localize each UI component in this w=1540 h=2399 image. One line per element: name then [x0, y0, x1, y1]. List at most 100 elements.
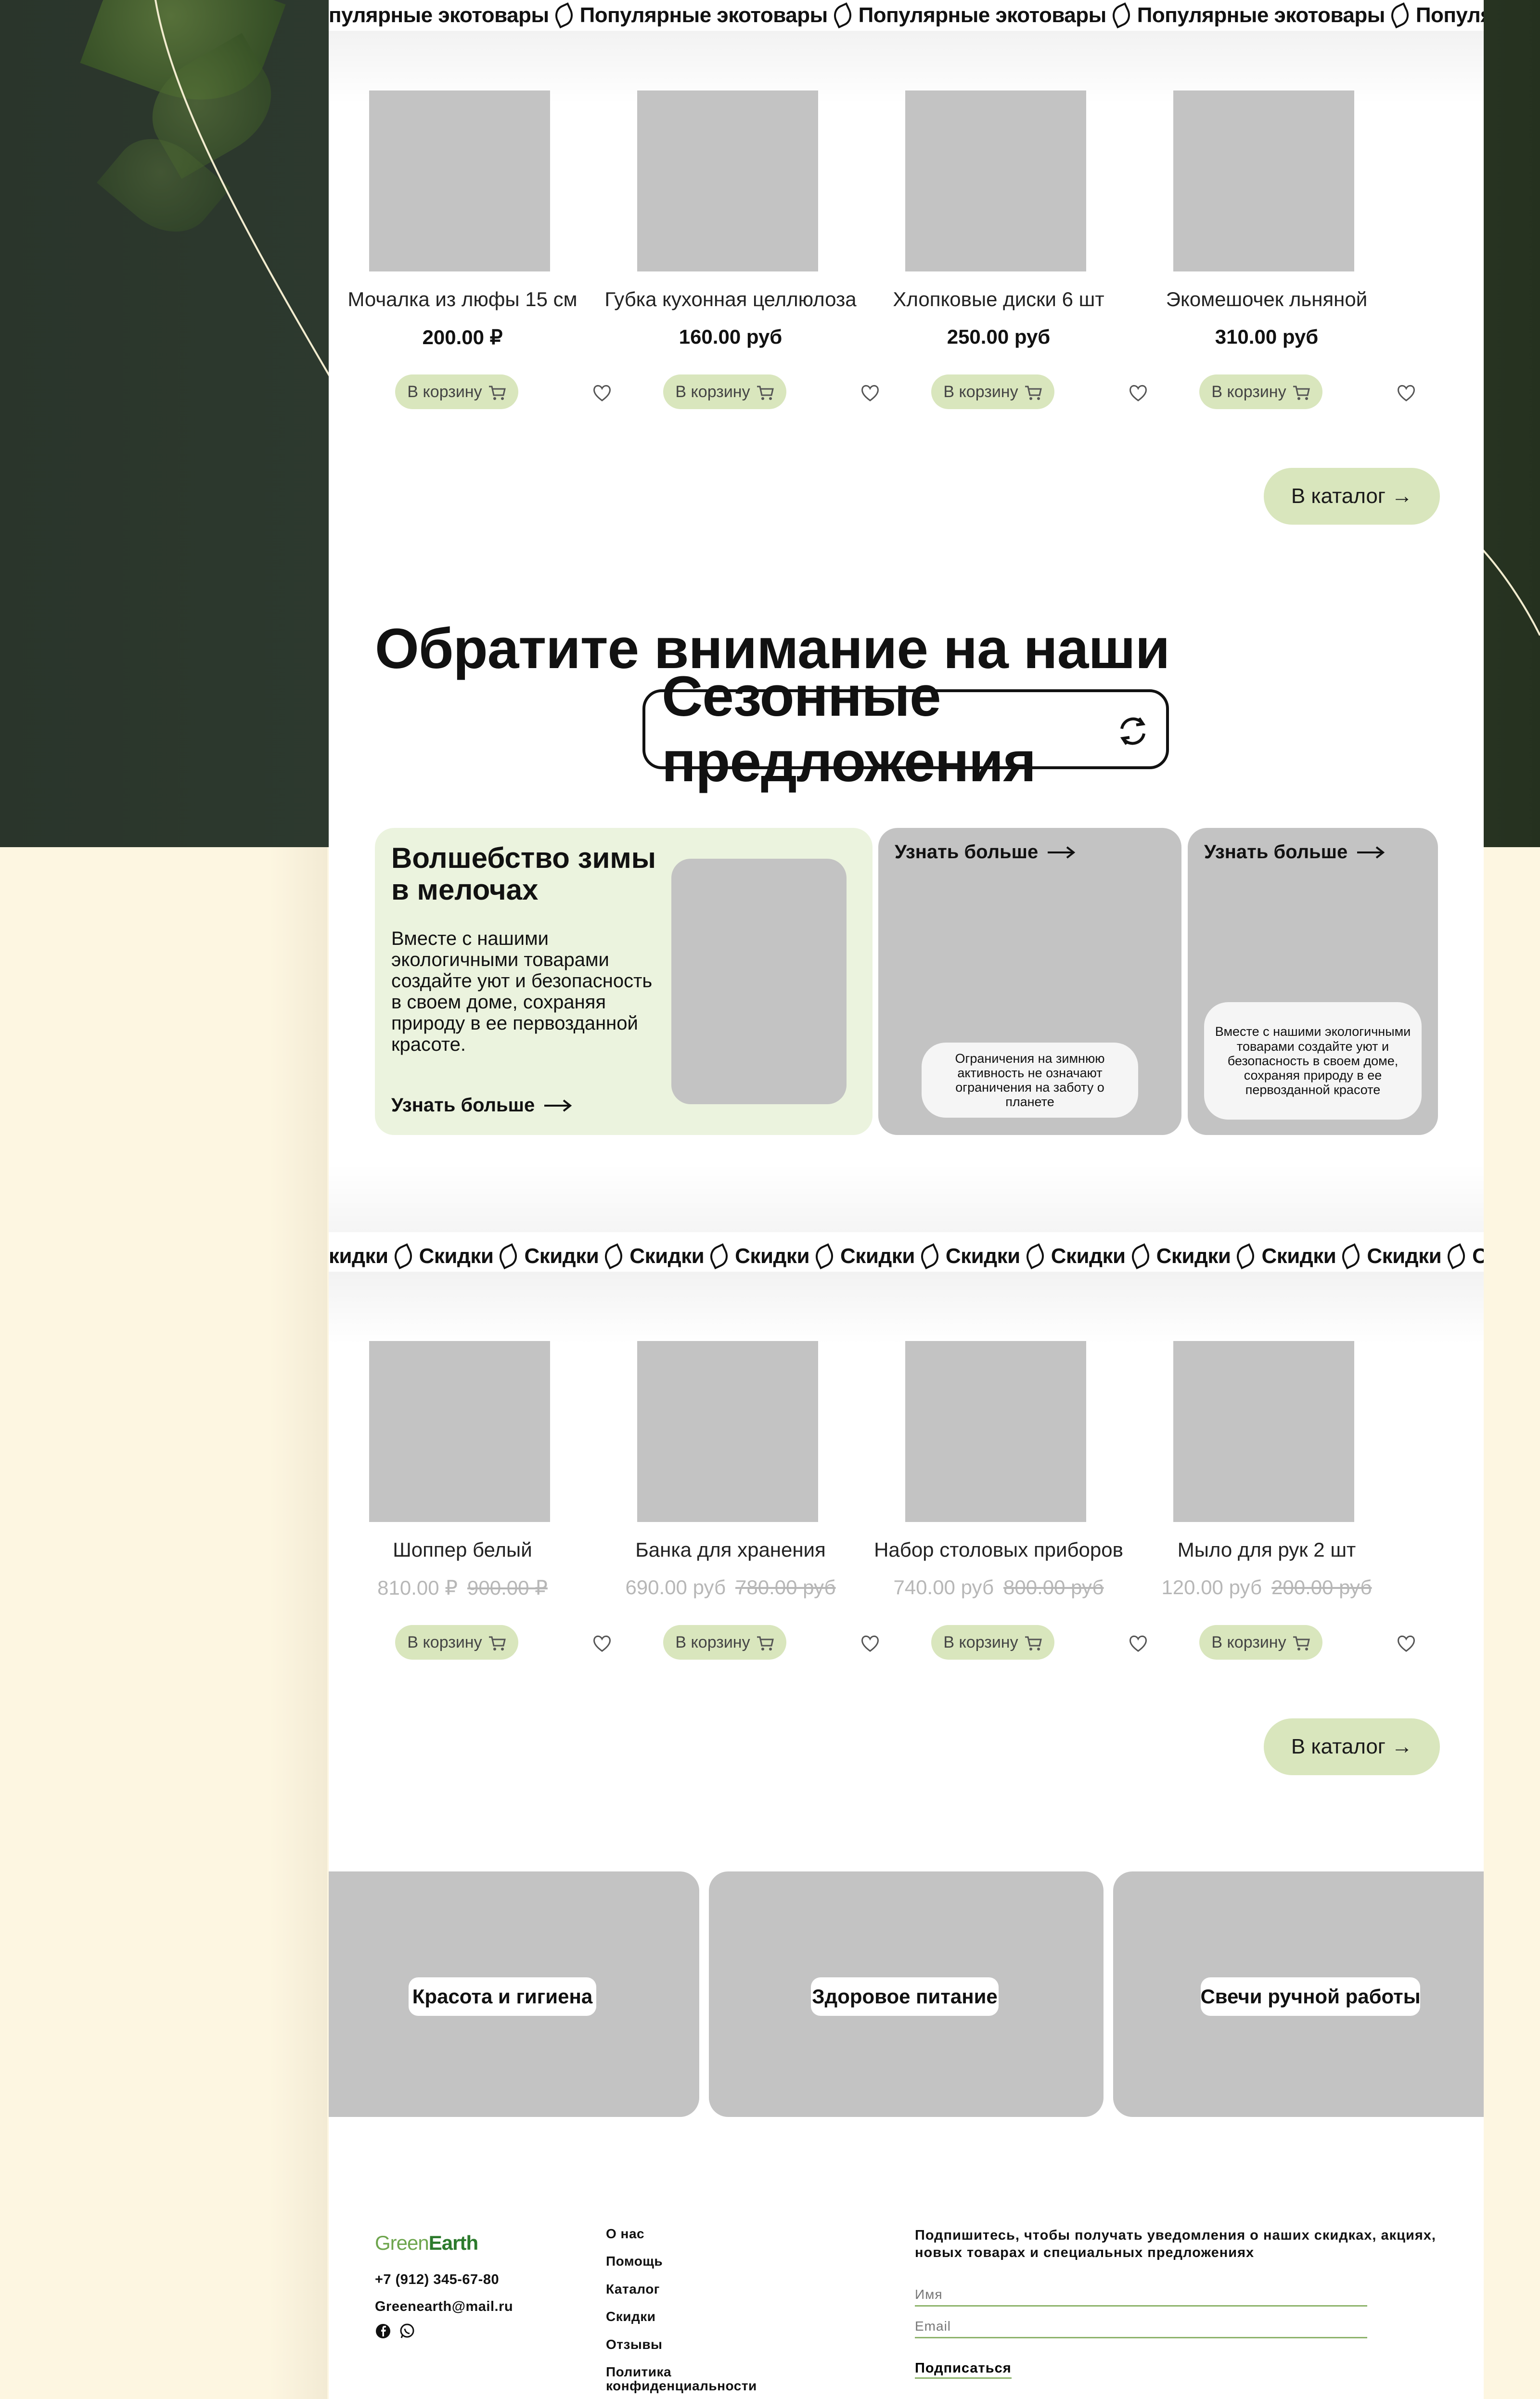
footer-phone[interactable]: +7 (912) 345-67-80 — [375, 2272, 499, 2288]
heart-icon[interactable] — [1128, 1633, 1149, 1654]
heart-icon[interactable] — [591, 382, 613, 403]
product-image[interactable] — [637, 90, 818, 271]
footer-link-reviews[interactable]: Отзывы — [606, 2337, 789, 2351]
product-name[interactable]: Мыло для рук 2 шт — [1133, 1538, 1400, 1561]
ticker-item: Скидки — [840, 1243, 942, 1270]
catalog-button[interactable]: В каталог → — [1264, 1718, 1440, 1775]
footer-link-privacy[interactable]: Политика конфиденциальности — [606, 2365, 789, 2393]
ticker-item: Скидки — [1367, 1243, 1469, 1270]
leaf-icon — [830, 2, 855, 29]
leaf-icon — [811, 1243, 837, 1270]
heart-icon[interactable] — [591, 1633, 613, 1654]
product-name[interactable]: Шоппер белый — [329, 1538, 596, 1561]
category-card[interactable]: Красота и гигиена — [329, 1871, 699, 2117]
leaf-icon — [1128, 1243, 1153, 1270]
ticker-item: Скидки — [1472, 1244, 1484, 1268]
arrow-right-icon — [1357, 846, 1385, 859]
catalog-button[interactable]: В каталог → — [1264, 468, 1440, 525]
category-label[interactable]: Красота и гигиена — [409, 1977, 596, 2016]
product-image[interactable] — [1173, 1341, 1354, 1522]
heart-icon[interactable] — [860, 382, 881, 403]
season-card[interactable]: Узнать больше Вместе с нашими экологичны… — [1188, 828, 1438, 1135]
leaf-icon — [551, 2, 577, 29]
subscribe-button[interactable]: Подписаться — [915, 2360, 1012, 2379]
heart-icon[interactable] — [1128, 382, 1149, 403]
learn-more-link[interactable]: Узнать больше — [895, 841, 1076, 863]
refresh-icon — [1120, 717, 1146, 745]
category-card[interactable]: Здоровое питание — [709, 1871, 1104, 2117]
product-price: 310.00 руб — [1215, 325, 1319, 348]
cart-button-label: В корзину — [407, 382, 482, 401]
product-name[interactable]: Банка для хранения — [597, 1538, 864, 1561]
section-fade — [329, 1165, 1484, 1232]
popular-ticker: пулярные экотовары Популярные экотовары … — [329, 0, 1484, 31]
ticker-item: Популярные экотовары — [580, 2, 855, 29]
season-card[interactable]: Узнать больше Ограничения на зимнюю акти… — [878, 828, 1181, 1135]
product-price: 200.00 ₽ — [422, 326, 503, 348]
season-main-card[interactable]: Волшебство зимы в мелочах Вместе с нашим… — [375, 828, 873, 1135]
category-label[interactable]: Свечи ручной работы — [1200, 1977, 1421, 2016]
leaf-icon — [1233, 1243, 1258, 1270]
add-to-cart-button[interactable]: В корзину — [1199, 374, 1322, 409]
product-image[interactable] — [905, 1341, 1086, 1522]
name-field[interactable] — [915, 2283, 1367, 2307]
old-price: 800.00 руб — [1003, 1576, 1104, 1599]
season-pill-label: Сезонные предложения — [662, 665, 1036, 794]
whatsapp-icon[interactable] — [399, 2323, 415, 2339]
product-image[interactable] — [637, 1341, 818, 1522]
ticker-item: Популярные экотовары — [1137, 2, 1412, 29]
add-to-cart-button[interactable]: В корзину — [663, 374, 786, 409]
category-card[interactable]: Свечи ручной работы — [1113, 1871, 1484, 2117]
season-pill: Сезонные предложения — [642, 665, 1169, 794]
logo[interactable]: GreenEarth — [375, 2231, 478, 2255]
cart-button-label: В корзину — [675, 1633, 750, 1651]
heart-icon[interactable] — [860, 1633, 881, 1654]
sale-price: 120.00 руб — [1161, 1576, 1262, 1599]
product-name[interactable]: Экомешочек льняной — [1133, 288, 1400, 311]
learn-more-label: Узнать больше — [1204, 841, 1348, 863]
product-name[interactable]: Губка кухонная целлюлоза — [597, 288, 864, 311]
facebook-icon[interactable] — [375, 2323, 391, 2339]
product-image[interactable] — [369, 90, 550, 271]
product-image[interactable] — [1173, 90, 1354, 271]
ticker-item: Популярные экотовары — [1415, 3, 1484, 27]
cart-button-label: В корзину — [1211, 382, 1286, 401]
product-price: 690.00 руб 780.00 руб — [597, 1576, 864, 1599]
leaf-icon — [1108, 2, 1134, 29]
add-to-cart-button[interactable]: В корзину — [931, 1625, 1054, 1660]
ticker-item: Скидки — [1051, 1243, 1153, 1270]
product-price: 810.00 ₽ 900.00 ₽ — [329, 1576, 596, 1599]
footer-link-catalog[interactable]: Каталог — [606, 2282, 789, 2296]
footer-link-discounts[interactable]: Скидки — [606, 2309, 789, 2324]
add-to-cart-button[interactable]: В корзину — [395, 374, 518, 409]
cart-icon — [488, 385, 506, 400]
footer-link-help[interactable]: Помощь — [606, 2254, 789, 2269]
add-to-cart-button[interactable]: В корзину — [395, 1625, 518, 1660]
cart-icon — [1024, 1635, 1042, 1651]
heart-icon[interactable] — [1396, 382, 1417, 403]
learn-more-link[interactable]: Узнать больше — [391, 1095, 572, 1116]
arrow-right-icon — [544, 1099, 572, 1112]
product-name[interactable]: Набор столовых приборов — [865, 1538, 1132, 1561]
product-price: 740.00 руб 800.00 руб — [865, 1576, 1132, 1599]
leaf-icon — [390, 1243, 416, 1270]
cart-icon — [756, 1635, 774, 1651]
heart-icon[interactable] — [1396, 1633, 1417, 1654]
learn-more-link[interactable]: Узнать больше — [1204, 841, 1385, 863]
email-field[interactable] — [915, 2315, 1367, 2338]
leaf-icon — [601, 1243, 627, 1270]
add-to-cart-button[interactable]: В корзину — [1199, 1625, 1322, 1660]
season-card-description: Вместе с нашими экологичными товарами со… — [391, 928, 653, 1055]
product-image[interactable] — [905, 90, 1086, 271]
product-name[interactable]: Хлопковые диски 6 шт — [865, 288, 1132, 311]
add-to-cart-button[interactable]: В корзину — [663, 1625, 786, 1660]
footer-email[interactable]: Greenearth@mail.ru — [375, 2299, 513, 2315]
product-image[interactable] — [369, 1341, 550, 1522]
category-label[interactable]: Здоровое питание — [811, 1977, 999, 2016]
product-name[interactable]: Мочалка из люфы 15 см — [329, 288, 596, 311]
learn-more-label: Узнать больше — [895, 841, 1039, 863]
page-shadow — [270, 847, 327, 2399]
footer-link-about[interactable]: О нас — [606, 2227, 789, 2241]
add-to-cart-button[interactable]: В корзину — [931, 374, 1054, 409]
ticker-item: Скидки — [524, 1243, 627, 1270]
